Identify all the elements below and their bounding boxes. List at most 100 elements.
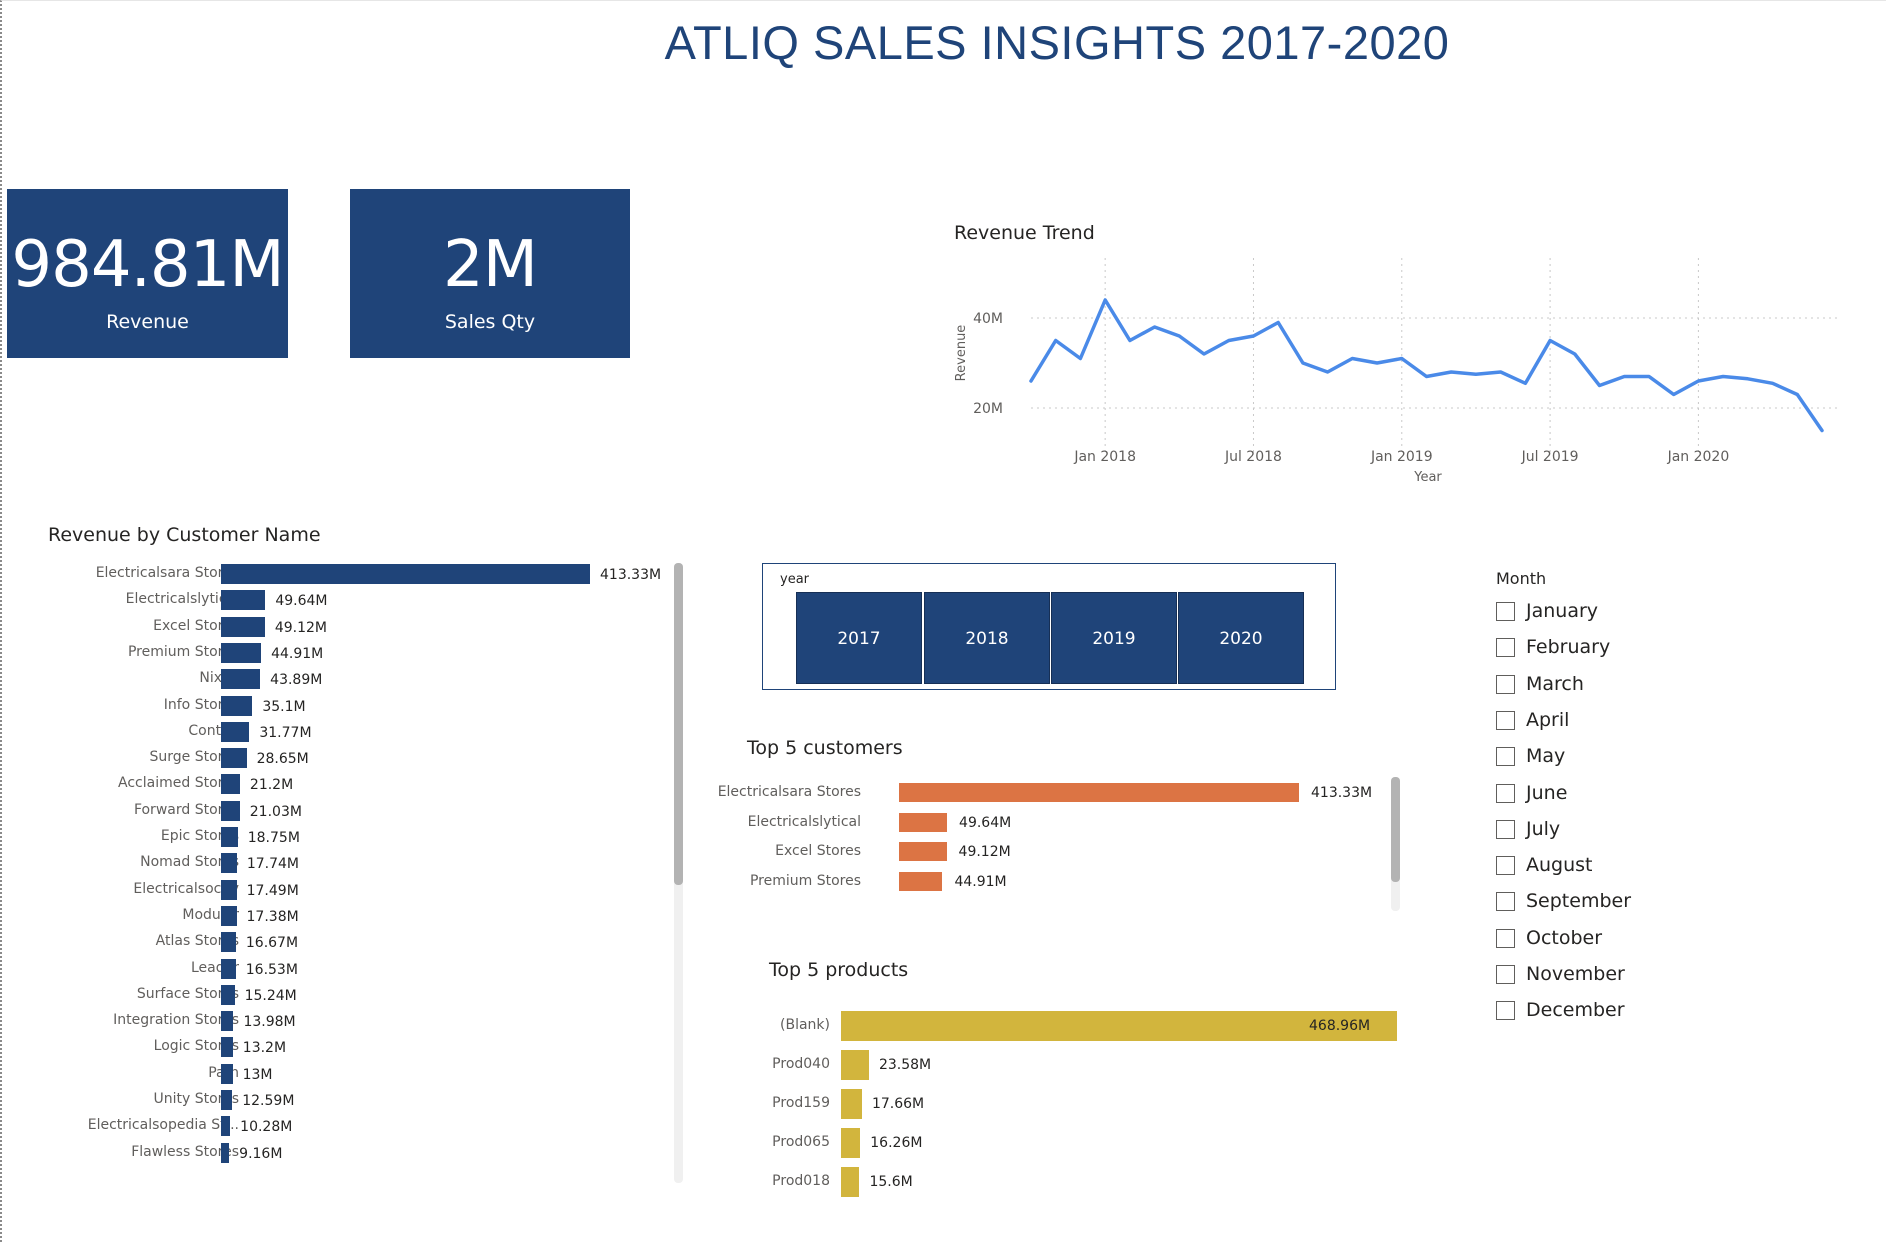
customer-bar-row[interactable]: Epic Stores 18.75M (32, 824, 682, 850)
checkbox-icon[interactable] (1496, 856, 1515, 876)
top5-customer-value: 413.33M (1311, 785, 1373, 801)
customer-bar-row[interactable]: Integration Stores 13.98M (32, 1008, 682, 1034)
customer-revenue-bar[interactable] (221, 1090, 233, 1110)
top5-product-row[interactable]: Prod065 16.26M (747, 1128, 1407, 1158)
customer-revenue-bar[interactable] (221, 774, 240, 795)
top5-product-bar[interactable] (841, 1050, 869, 1080)
customer-revenue-bar[interactable] (221, 590, 266, 611)
revenue-trend-line[interactable] (1029, 298, 1824, 433)
customer-revenue-bar[interactable] (221, 827, 238, 847)
top5-customers-scroll-thumb[interactable] (1391, 777, 1400, 882)
customer-bar-row[interactable]: Electricalsocity 17.49M (32, 877, 682, 903)
year-option-2020[interactable]: 2020 (1178, 592, 1304, 684)
customer-bar-row[interactable]: Modular 17.38M (32, 903, 682, 929)
top5-product-bar[interactable] (841, 1128, 861, 1158)
checkbox-icon[interactable] (1496, 928, 1515, 948)
customer-revenue-bar[interactable] (221, 800, 240, 821)
customer-revenue-bar[interactable] (221, 616, 265, 637)
year-option-2019[interactable]: 2019 (1051, 592, 1177, 684)
checkbox-icon[interactable] (1496, 783, 1515, 803)
customer-name-label: Electricalsocity (133, 880, 239, 897)
checkbox-icon[interactable] (1496, 674, 1515, 694)
sales-qty-card[interactable]: 2M Sales Qty (350, 189, 630, 358)
customer-name-label: Leader (190, 959, 239, 976)
top5-products-chart[interactable]: (Blank) 468.96M Prod040 23.58M Prod159 17.66M… (747, 1011, 1407, 1211)
customer-revenue-bar[interactable] (221, 1011, 234, 1032)
top5-product-row[interactable]: (Blank) 468.96M (747, 1011, 1407, 1041)
customer-bar-row[interactable]: Surge Stores 28.65M (32, 745, 682, 771)
customer-revenue-bar[interactable] (221, 695, 253, 716)
top5-customers-chart[interactable]: Electricalsara Stores 413.33M Electricalsl… (718, 781, 1407, 911)
revenue-trend-chart[interactable]: 20M 40M Jan 2018 Jul 2018 Jan 2019 Jul 2019 Ja… (947, 253, 1847, 493)
checkbox-icon[interactable] (1496, 602, 1515, 621)
top5-customer-bar[interactable] (899, 842, 947, 861)
customer-bar-row[interactable]: Control 31.77M (32, 719, 682, 745)
top5-product-row[interactable]: Prod159 17.66M (747, 1089, 1407, 1119)
revenue-by-customer-chart[interactable]: Electricalsara Stores 413.33M Electricalsl… (32, 561, 682, 1181)
customer-revenue-bar[interactable] (221, 564, 590, 584)
customer-bar-row[interactable]: Info Stores 35.1M (32, 693, 682, 719)
checkbox-icon[interactable] (1496, 710, 1515, 730)
customer-bar-row[interactable]: Forward Stores 21.03M (32, 798, 682, 824)
top5-customer-bar[interactable] (899, 783, 1299, 802)
customer-bar-row[interactable]: Unity Stores 12.59M (32, 1087, 682, 1113)
top5-customer-row[interactable]: Premium Stores 44.91M (747, 870, 1407, 892)
customer-bar-row[interactable]: Excel Stores 49.12M (32, 614, 682, 640)
customer-bar-row[interactable]: Path13M (32, 1061, 682, 1087)
checkbox-icon[interactable] (1496, 819, 1515, 839)
top5-product-row[interactable]: Prod040 23.58M (747, 1050, 1407, 1080)
customer-bar-row[interactable]: Logic Stores 13.2M (32, 1034, 682, 1060)
checkbox-icon[interactable] (1496, 747, 1515, 767)
top5-product-row[interactable]: Prod018 15.6M (747, 1167, 1407, 1197)
top5-customer-value: 44.91M (954, 873, 1007, 890)
top5-product-bar[interactable] (841, 1089, 862, 1119)
trend-y-axis-label: Revenue (954, 325, 969, 382)
year-option-2017[interactable]: 2017 (796, 592, 922, 684)
customer-chart-scroll-thumb[interactable] (674, 563, 683, 886)
customer-revenue-bar[interactable] (221, 905, 237, 926)
top5-customer-bar[interactable] (899, 871, 943, 891)
top5-product-name: Prod040 (772, 1056, 830, 1072)
customer-revenue-bar[interactable] (221, 721, 250, 742)
top5-customer-row[interactable]: Electricalsara Stores 413.33M (718, 781, 1407, 803)
customer-revenue-bar[interactable] (221, 1142, 230, 1163)
year-option-2018[interactable]: 2018 (924, 592, 1050, 684)
checkbox-icon[interactable] (1496, 638, 1515, 658)
customer-revenue-bar[interactable] (221, 748, 247, 769)
customer-revenue-value: 13.2M (242, 1040, 287, 1057)
top5-customer-bar[interactable] (899, 812, 948, 832)
customer-bar-row[interactable]: Surface Stores 15.24M (32, 982, 682, 1008)
trend-x-axis-label: Year (1413, 470, 1442, 485)
customer-revenue-bar[interactable] (221, 1037, 233, 1058)
customer-bar-row[interactable]: Nomad Stores 17.74M (32, 850, 682, 876)
customer-revenue-bar[interactable] (221, 642, 262, 663)
customer-bar-row[interactable]: Leader 16.53M (32, 956, 682, 982)
customer-bar-row[interactable]: Electricalsopedia St... 10.28M (32, 1113, 682, 1139)
customer-revenue-bar[interactable] (221, 1063, 233, 1084)
customer-revenue-bar[interactable] (221, 853, 237, 874)
customer-revenue-bar[interactable] (221, 1116, 231, 1137)
customer-bar-row[interactable]: Atlas Stores 16.67M (32, 929, 682, 955)
checkbox-icon[interactable] (1496, 1001, 1515, 1021)
customer-revenue-bar[interactable] (221, 932, 236, 953)
revenue-card[interactable]: 984.81M Revenue (7, 189, 288, 358)
customer-bar-row[interactable]: Flawless Stores 9.16M (32, 1140, 682, 1166)
customer-bar-row[interactable]: Nixon 43.89M (32, 666, 682, 692)
customer-revenue-bar[interactable] (221, 984, 235, 1005)
top5-customers-scrollbar[interactable] (1391, 777, 1400, 911)
customer-bar-row[interactable]: Electricalslytical 49.64M (32, 587, 682, 613)
customer-revenue-bar[interactable] (221, 879, 237, 900)
top5-product-bar[interactable] (841, 1167, 860, 1197)
top5-product-name: Prod065 (772, 1134, 830, 1150)
customer-revenue-bar[interactable] (221, 669, 261, 690)
month-option-label: January (1526, 600, 1599, 622)
customer-bar-row[interactable]: Premium Stores 44.91M (32, 640, 682, 666)
checkbox-icon[interactable] (1496, 965, 1515, 984)
top5-customer-row[interactable]: Electricalslytical 49.64M (747, 811, 1407, 833)
customer-revenue-bar[interactable] (221, 958, 236, 979)
customer-revenue-value: 18.75M (247, 830, 300, 846)
top5-customer-row[interactable]: Excel Stores 49.12M (747, 840, 1407, 862)
customer-bar-row[interactable]: Electricalsara Stores 413.33M (32, 561, 682, 587)
checkbox-icon[interactable] (1496, 892, 1515, 912)
customer-bar-row[interactable]: Acclaimed Stores 21.2M (32, 771, 682, 797)
